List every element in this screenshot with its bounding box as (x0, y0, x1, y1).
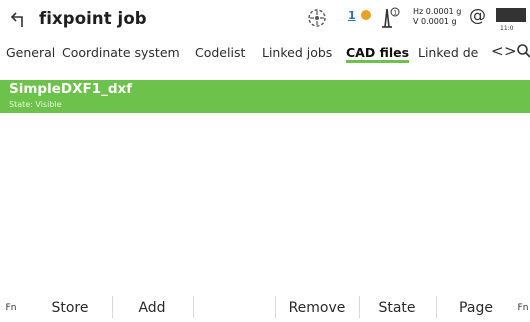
cad-file-name: SimpleDXF1_dxf (9, 81, 133, 97)
target-crosshair-icon[interactable] (306, 7, 328, 29)
tilt-compensator-icon[interactable]: 1 (377, 6, 401, 30)
hz-value: Hz 0.0001 g (413, 7, 462, 16)
fn-right-button[interactable]: Fn (516, 294, 530, 322)
search-icon[interactable] (516, 43, 530, 59)
tab-prev-button[interactable]: < (491, 42, 504, 60)
page-button[interactable]: Page (436, 294, 516, 322)
cad-files-list[interactable]: SimpleDXF1_dxf State: Visible (0, 68, 530, 280)
v-value: V 0.0001 g (413, 16, 457, 26)
battery-icon[interactable] (496, 8, 526, 22)
tab-next-button[interactable]: > (504, 42, 517, 60)
svg-text:1: 1 (393, 9, 397, 16)
tab-bar: General Coordinate system Codelist Linke… (0, 38, 530, 68)
tab-cad-files[interactable]: CAD files (346, 45, 410, 63)
add-button[interactable]: Add (112, 294, 192, 322)
softkey-bar: Fn Store Add Remove State Page Fn (0, 294, 530, 322)
title-bar: fixpoint job 1 1 Hz 0.0001 g V 0.0001 g … (0, 0, 530, 38)
tab-codelist[interactable]: Codelist (195, 45, 245, 60)
fn-left-button[interactable]: Fn (0, 294, 22, 322)
cad-file-state: State: Visible (9, 100, 62, 109)
window-title: fixpoint job (39, 9, 147, 28)
state-button[interactable]: State (359, 294, 435, 322)
satellite-status-dot (361, 10, 371, 20)
tab-coordinate-system[interactable]: Coordinate system (62, 45, 180, 60)
tab-linked-jobs[interactable]: Linked jobs (262, 45, 332, 60)
list-item[interactable]: SimpleDXF1_dxf State: Visible (0, 80, 530, 113)
tab-general[interactable]: General (6, 45, 55, 60)
store-button[interactable]: Store (30, 294, 110, 322)
remove-button[interactable]: Remove (275, 294, 359, 322)
back-arrow-icon[interactable] (10, 9, 28, 29)
tab-linked-de[interactable]: Linked de (418, 45, 478, 60)
empty-softkey[interactable] (193, 294, 275, 322)
